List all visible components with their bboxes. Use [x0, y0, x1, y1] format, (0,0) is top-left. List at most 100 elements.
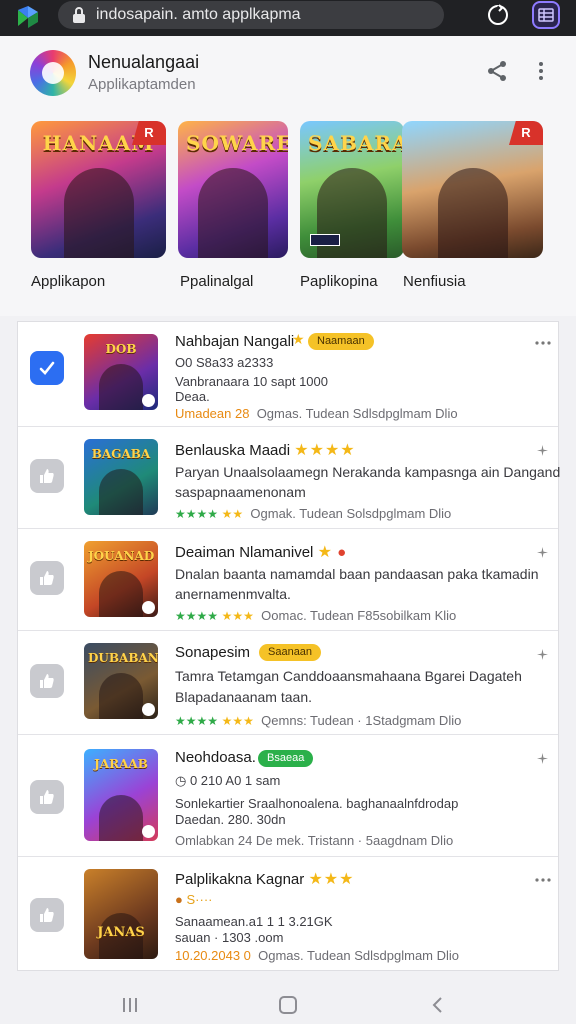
app-thumbnail[interactable]: JANAS: [84, 869, 158, 959]
category-label[interactable]: Paplikopina: [300, 273, 378, 290]
item-title-text: Deaiman Nlamanivel: [175, 544, 314, 561]
item-line: Sanaamean.a1 1 1 3.21GK: [175, 914, 333, 929]
item-title-text: Benlauska Maadi: [175, 442, 291, 459]
system-nav-bar: [0, 984, 576, 1024]
hero-figure: [63, 168, 134, 258]
item-meta: Omlabkan 24 De mek. Tristann · 5aagdnam …: [175, 833, 454, 848]
thumbnail-dot: [142, 601, 155, 614]
meta-text: Ogmak. Tudean Solsdpglmam Dlio: [250, 506, 452, 521]
thumbnail-art-title: JOUANAD: [88, 549, 155, 563]
home-icon[interactable]: [279, 996, 297, 1014]
app-launcher-icon[interactable]: [16, 6, 40, 28]
thumbnail-art-title: DOB: [105, 342, 137, 356]
item-line: Vanbranaara 10 sapt 1000: [175, 374, 328, 389]
item-title: Nahbajan Nangali: [175, 333, 295, 350]
sparkle-icon[interactable]: [537, 649, 548, 660]
item-meta: ★★★★ ★★★ Qemns: Tudean · 1Stadgmam Dlio: [175, 713, 461, 728]
share-icon[interactable]: [486, 60, 508, 82]
yellow-stars: ★★★: [221, 609, 254, 623]
select-checkbox[interactable]: [30, 459, 64, 493]
category-label[interactable]: Ppalinalgal: [180, 273, 253, 290]
status-badge: Saanaan: [259, 644, 322, 661]
app-list: DOB Nahbajan Nangali ★ Naamaan O0 S8a33 …: [17, 321, 561, 972]
thumb-up-icon: [40, 469, 54, 483]
item-line: saspapnaamenonam: [175, 484, 306, 500]
tomato-icon: ●: [337, 544, 347, 561]
item-line: Deaa.: [175, 389, 210, 404]
category-label[interactable]: Nenfiusia: [403, 273, 466, 290]
list-item[interactable]: JOUANAD Deaiman Nlamanivel ★ ● Dnalan ba…: [18, 529, 558, 631]
status-badge: Bsaeaa: [258, 750, 314, 767]
select-checkbox[interactable]: [30, 780, 64, 814]
tabs-grid-button[interactable]: [532, 1, 560, 29]
refresh-icon[interactable]: [486, 3, 510, 27]
select-checkbox[interactable]: [30, 664, 64, 698]
thumbnail-figure: [99, 571, 143, 617]
item-line: Blapadanaanam taan.: [175, 689, 312, 705]
app-logo: [30, 50, 76, 96]
banner-art-title: SABARAN: [308, 131, 404, 155]
check-icon: [39, 361, 55, 375]
item-line: Sonlekartier Sraalhonoalena. baghanaalnf…: [175, 796, 459, 811]
thumbnail-figure: [99, 673, 143, 719]
thumbnail-art-title: DUBABAN: [88, 651, 158, 665]
item-line: Paryan Unaalsolaamegn Nerakanda kampasng…: [175, 464, 561, 480]
item-title: Palplikakna Kagnar ★★★: [175, 869, 354, 889]
clock-icon: ◷: [175, 773, 187, 788]
thumb-up-icon: [40, 790, 54, 804]
lock-icon: [73, 7, 85, 23]
app-thumbnail[interactable]: DOB: [84, 334, 158, 410]
more-vert-icon[interactable]: [533, 60, 549, 82]
featured-banner-2[interactable]: SOWARE: [178, 121, 288, 258]
featured-banner-4[interactable]: R: [402, 121, 543, 258]
item-title: Sonapesim: [175, 644, 251, 661]
item-line: Daedan. 280. 30dn: [175, 812, 286, 827]
list-item[interactable]: BAGABA Benlauska Maadi ★★★★ Paryan Unaal…: [18, 427, 561, 529]
select-checkbox[interactable]: [30, 351, 64, 385]
select-checkbox[interactable]: [30, 561, 64, 595]
status-badge: Naamaan: [308, 333, 374, 350]
sparkle-icon[interactable]: [537, 547, 548, 558]
list-item[interactable]: JANAS Palplikakna Kagnar ★★★ ● S···· San…: [18, 857, 558, 972]
item-line: sauan · 1303 .oom: [175, 930, 284, 945]
app-thumbnail[interactable]: JOUANAD: [84, 541, 158, 617]
banner-art-title: SOWARE: [186, 131, 288, 155]
rating-stars: ★★★★: [294, 442, 356, 459]
thumb-up-icon: [40, 674, 54, 688]
hero-figure: [437, 168, 508, 258]
hero-figure: [198, 168, 268, 258]
list-item[interactable]: DUBABAN Sonapesim Saanaan Tamra Tetamgan…: [18, 631, 558, 735]
meta-text: Ogmas. Tudean Sdlsdpglmam Dlio: [258, 948, 460, 963]
item-title-text: Palplikakna Kagnar: [175, 871, 305, 888]
item-title: Deaiman Nlamanivel ★ ●: [175, 542, 346, 562]
meta-text: Ogmas. Tudean Sdlsdpglmam Dlio: [256, 406, 458, 421]
url-text: indosapain. amto applkapma: [96, 6, 301, 23]
banner-tag: [310, 234, 340, 246]
featured-banner-1[interactable]: HANAAM R: [31, 121, 166, 258]
select-checkbox[interactable]: [30, 898, 64, 932]
category-label[interactable]: Applikapon: [31, 273, 105, 290]
back-icon[interactable]: [431, 997, 443, 1013]
featured-banner-3[interactable]: SABARAN: [300, 121, 404, 258]
meta-text: Oomac. Tudean F85sobilkam Klio: [261, 608, 457, 623]
age-rating-badge: R: [509, 121, 543, 145]
sparkle-icon[interactable]: [537, 445, 548, 456]
coin-icon: ●: [175, 892, 183, 907]
browser-top-bar: indosapain. amto applkapma: [0, 0, 576, 36]
app-thumbnail[interactable]: BAGABA: [84, 439, 158, 515]
address-bar[interactable]: indosapain. amto applkapma: [58, 1, 444, 29]
sparkle-icon[interactable]: [537, 753, 548, 764]
item-title: Benlauska Maadi ★★★★: [175, 440, 356, 460]
list-item[interactable]: JARAAB Neohdoasa. Bsaeaa ◷ 0 210 A0 1 sa…: [18, 735, 558, 857]
more-horiz-icon[interactable]: [535, 340, 551, 346]
recent-apps-icon[interactable]: [121, 997, 139, 1013]
item-title: Neohdoasa.: [175, 749, 256, 766]
app-thumbnail[interactable]: DUBABAN: [84, 643, 158, 719]
thumbnail-figure: [99, 364, 143, 410]
meta-date: 10.20.2043 0: [175, 948, 251, 963]
app-thumbnail[interactable]: JARAAB: [84, 749, 158, 841]
list-item[interactable]: DOB Nahbajan Nangali ★ Naamaan O0 S8a33 …: [18, 322, 558, 427]
thumbnail-art-title: JANAS: [97, 925, 145, 940]
thumb-up-icon: [40, 908, 54, 922]
more-horiz-icon[interactable]: [535, 877, 551, 883]
